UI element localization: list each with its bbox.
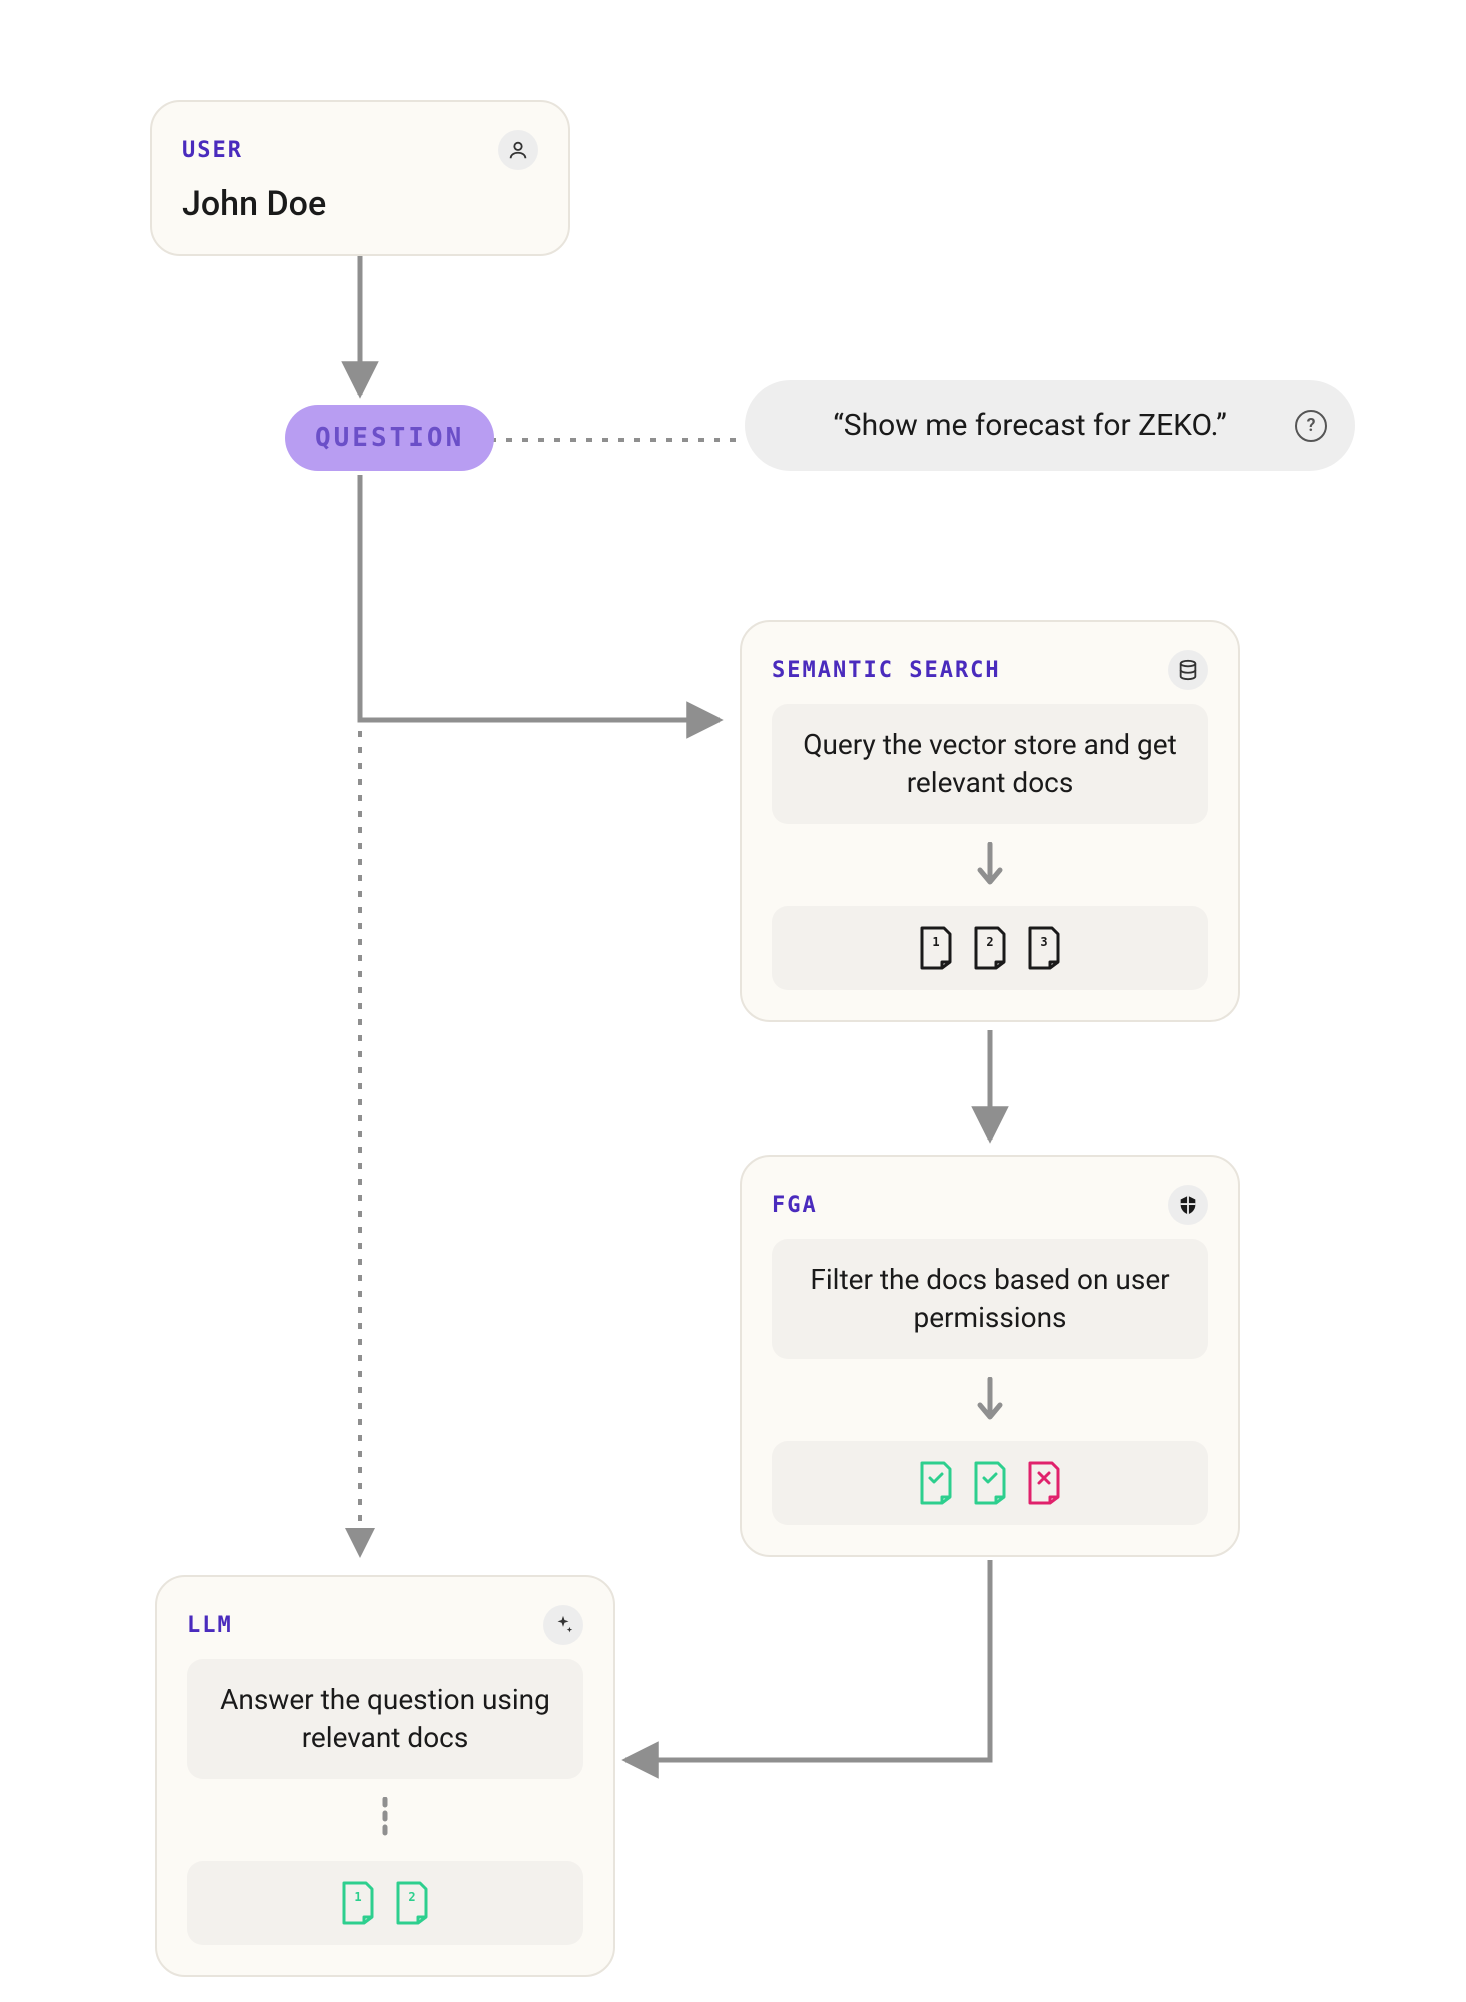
person-icon [498, 130, 538, 170]
document-icon: 2 [970, 926, 1010, 970]
user-card-label: USER [182, 138, 243, 163]
svg-text:2: 2 [408, 1890, 415, 1904]
semantic-search-card: SEMANTIC SEARCH Query the vector store a… [740, 620, 1240, 1022]
llm-card: LLM Answer the question using relevant d… [155, 1575, 615, 1977]
sparkle-icon [543, 1605, 583, 1645]
question-quote-text: “Show me forecast for ZEKO.” [833, 408, 1227, 443]
user-name: John Doe [182, 184, 538, 224]
fga-label: FGA [772, 1193, 818, 1218]
card-header: LLM [187, 1605, 583, 1645]
inner-arrow-icon [772, 1377, 1208, 1423]
document-icon [916, 1461, 956, 1505]
inner-arrow-icon [772, 842, 1208, 888]
semantic-search-description: Query the vector store and get relevant … [772, 704, 1208, 824]
semantic-search-results: 1 2 3 [772, 906, 1208, 990]
card-header: SEMANTIC SEARCH [772, 650, 1208, 690]
document-icon: 1 [916, 926, 956, 970]
inner-dashed-arrow-icon [187, 1797, 583, 1843]
llm-label: LLM [187, 1613, 233, 1638]
shield-icon [1168, 1185, 1208, 1225]
user-card: USER John Doe [150, 100, 570, 256]
fga-description: Filter the docs based on user permission… [772, 1239, 1208, 1359]
llm-results: 12 [187, 1861, 583, 1945]
document-icon: 3 [1024, 926, 1064, 970]
card-header: USER [182, 130, 538, 170]
document-icon [970, 1461, 1010, 1505]
svg-text:3: 3 [1040, 935, 1047, 949]
help-icon: ? [1295, 410, 1327, 442]
question-pill-label: QUESTION [315, 423, 464, 453]
database-icon [1168, 650, 1208, 690]
svg-text:1: 1 [354, 1890, 361, 1904]
question-pill: QUESTION [285, 405, 494, 471]
question-quote-bubble: “Show me forecast for ZEKO.” ? [745, 380, 1355, 471]
fga-card: FGA Filter the docs based on user permis… [740, 1155, 1240, 1557]
fga-results [772, 1441, 1208, 1525]
semantic-search-label: SEMANTIC SEARCH [772, 658, 1001, 683]
llm-description: Answer the question using relevant docs [187, 1659, 583, 1779]
svg-text:2: 2 [986, 935, 993, 949]
document-icon: 2 [392, 1881, 432, 1925]
document-icon [1024, 1461, 1064, 1505]
card-header: FGA [772, 1185, 1208, 1225]
diagram-canvas: USER John Doe QUESTION “Show me forecast… [0, 0, 1466, 2002]
document-icon: 1 [338, 1881, 378, 1925]
svg-text:1: 1 [932, 935, 939, 949]
